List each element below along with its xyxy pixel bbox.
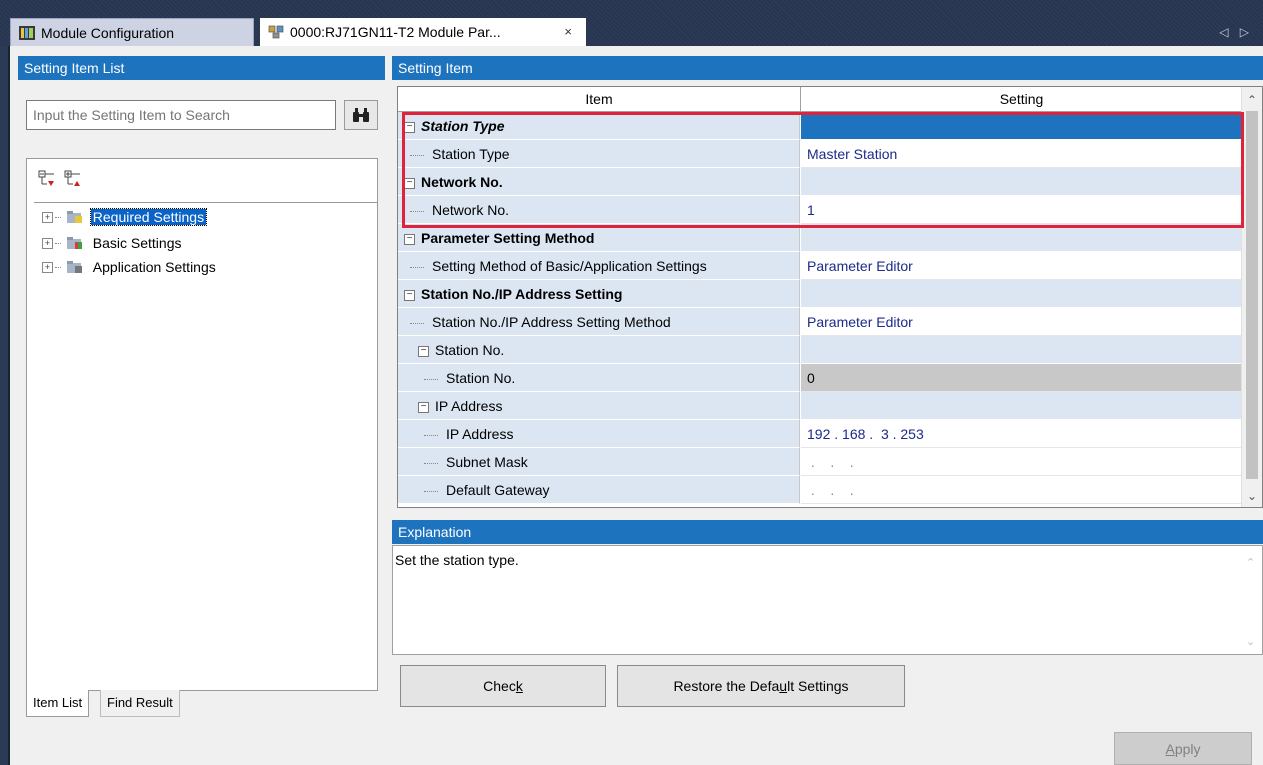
- check-button[interactable]: Check: [400, 665, 606, 707]
- setting-tree: + Required Settings + Basic Settings + A…: [34, 202, 377, 690]
- tree-item-label: Required Settings: [89, 208, 208, 227]
- collapse-icon[interactable]: −: [404, 233, 415, 245]
- collapse-icon[interactable]: −: [418, 401, 429, 413]
- setting-item-list-header: Setting Item List: [18, 56, 385, 80]
- tab-label: 0000:RJ71GN11-T2 Module Par...: [290, 24, 501, 40]
- explanation-header: Explanation: [392, 520, 1263, 544]
- column-header-setting: Setting: [999, 91, 1044, 107]
- item-label: IP Address: [446, 426, 514, 442]
- tab-label: Module Configuration: [41, 25, 175, 41]
- expand-icon[interactable]: +: [42, 261, 53, 273]
- tab-module-configuration[interactable]: Module Configuration: [10, 18, 254, 46]
- setting-value: [801, 280, 1242, 308]
- item-label: Subnet Mask: [446, 454, 528, 470]
- table-row[interactable]: Station No. 0: [398, 364, 1242, 392]
- tree-item-basic-settings[interactable]: + Basic Settings: [42, 233, 184, 251]
- expand-all-icon[interactable]: [38, 170, 56, 188]
- table-row[interactable]: − Station No./IP Address Setting: [398, 280, 1242, 308]
- grid-header: Item Setting: [398, 87, 1242, 112]
- tree-item-required-settings[interactable]: + Required Settings: [42, 207, 208, 227]
- item-label: Station No.: [446, 370, 516, 386]
- left-panel-tabs: Item List Find Result: [26, 690, 378, 718]
- expand-icon[interactable]: +: [42, 237, 53, 249]
- close-icon[interactable]: ×: [564, 18, 572, 46]
- setting-value: 0: [801, 364, 1242, 392]
- setting-value[interactable]: Parameter Editor: [801, 308, 1242, 336]
- setting-value: [801, 336, 1242, 364]
- collapse-all-icon[interactable]: [64, 170, 82, 188]
- folder-icon: [66, 260, 82, 273]
- table-row[interactable]: − IP Address: [398, 392, 1242, 420]
- tab-item-list[interactable]: Item List: [26, 690, 90, 717]
- chevron-down-icon[interactable]: ⌄: [1246, 635, 1255, 648]
- expand-icon[interactable]: +: [42, 211, 53, 223]
- binoculars-icon: [353, 107, 369, 122]
- apply-button[interactable]: Apply: [1114, 732, 1252, 765]
- tree-item-label: Basic Settings: [92, 235, 182, 252]
- item-label: Station No.: [435, 342, 505, 358]
- highlight-box: [402, 112, 1244, 228]
- table-row[interactable]: Station No./IP Address Setting Method Pa…: [398, 308, 1242, 336]
- item-label: IP Address: [435, 398, 503, 414]
- tab-find-result[interactable]: Find Result: [100, 690, 180, 717]
- folder-icon: [66, 210, 82, 223]
- explanation-scrollbar[interactable]: ⌃ ⌄: [1244, 552, 1258, 650]
- item-label: Default Gateway: [446, 482, 550, 498]
- item-label: Parameter Setting Method: [421, 230, 595, 246]
- setting-value[interactable]: . . .: [801, 448, 1242, 476]
- table-row[interactable]: Default Gateway . . .: [398, 476, 1242, 504]
- table-row[interactable]: Setting Method of Basic/Application Sett…: [398, 252, 1242, 280]
- search-input[interactable]: [26, 100, 336, 130]
- table-row[interactable]: IP Address 192 . 168 . 3 . 253: [398, 420, 1242, 448]
- chevron-down-icon[interactable]: ⌄: [1242, 489, 1262, 505]
- item-label: Setting Method of Basic/Application Sett…: [432, 258, 707, 274]
- table-row[interactable]: Subnet Mask . . .: [398, 448, 1242, 476]
- scrollbar-thumb[interactable]: [1246, 111, 1258, 479]
- setting-value[interactable]: . . .: [801, 476, 1242, 504]
- item-label: Station No./IP Address Setting Method: [432, 314, 671, 330]
- column-header-item: Item: [398, 87, 801, 111]
- restore-default-settings-button[interactable]: Restore the Default Settings: [617, 665, 905, 707]
- grid-scrollbar[interactable]: ⌃ ⌄: [1241, 87, 1262, 507]
- search-button[interactable]: [344, 100, 378, 130]
- tab-scroll-arrows[interactable]: ◁ ▷: [1219, 18, 1253, 46]
- explanation-box: Set the station type. ⌃ ⌄: [392, 545, 1263, 655]
- module-parameter-icon: [268, 25, 284, 39]
- folder-icon: [66, 236, 82, 249]
- chevron-up-icon[interactable]: ⌃: [1246, 556, 1255, 569]
- setting-value[interactable]: 192 . 168 . 3 . 253: [801, 420, 1242, 448]
- setting-value[interactable]: Parameter Editor: [801, 252, 1242, 280]
- collapse-icon[interactable]: −: [418, 345, 429, 357]
- item-label: Station No./IP Address Setting: [421, 286, 623, 302]
- setting-item-header: Setting Item: [392, 56, 1263, 80]
- module-configuration-icon: [19, 26, 35, 40]
- chevron-up-icon[interactable]: ⌃: [1242, 93, 1262, 109]
- explanation-text: Set the station type.: [395, 552, 519, 568]
- setting-value: [801, 224, 1242, 252]
- table-row[interactable]: − Parameter Setting Method: [398, 224, 1242, 252]
- tree-item-application-settings[interactable]: + Application Settings: [42, 257, 218, 275]
- collapse-icon[interactable]: −: [404, 289, 415, 301]
- tab-module-parameter[interactable]: 0000:RJ71GN11-T2 Module Par... ×: [260, 18, 586, 46]
- setting-value: [801, 392, 1242, 420]
- table-row[interactable]: − Station No.: [398, 336, 1242, 364]
- tree-item-label: Application Settings: [92, 259, 216, 276]
